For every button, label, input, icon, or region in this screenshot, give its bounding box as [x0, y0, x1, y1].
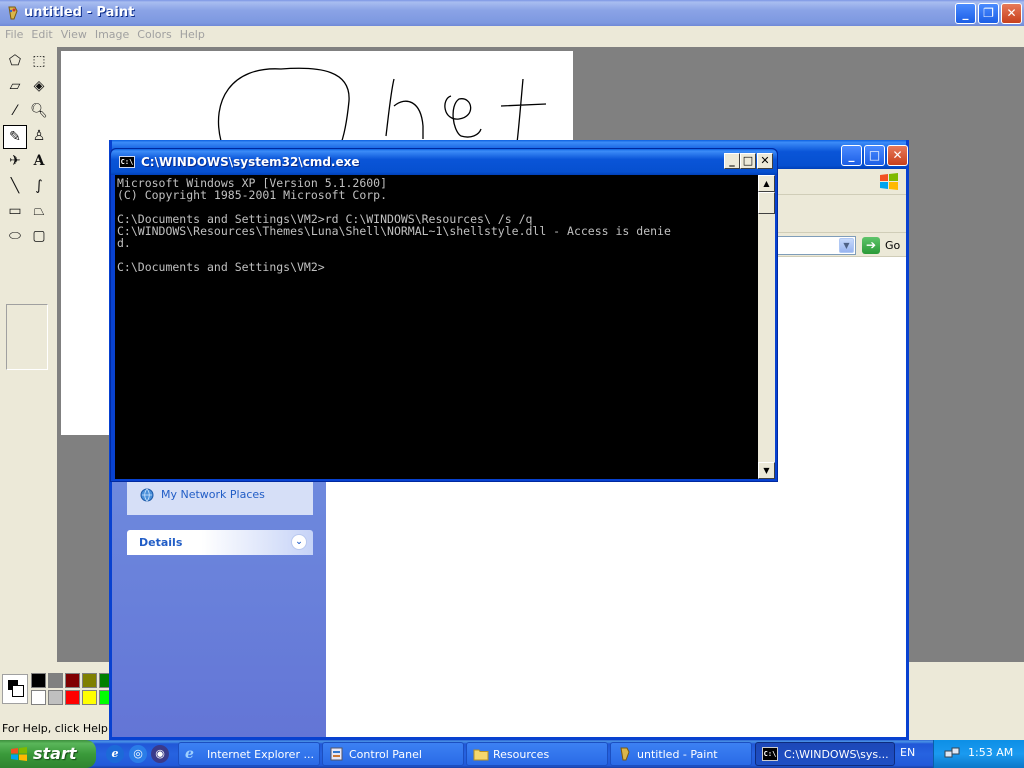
go-label: Go	[885, 239, 901, 252]
rounded-rect-icon[interactable]: ▢	[27, 225, 51, 249]
start-label: start	[33, 744, 77, 763]
polygon-icon[interactable]: ⏢	[27, 200, 51, 224]
menu-help[interactable]: Help	[175, 26, 208, 41]
cmd-close-button[interactable]: ✕	[757, 153, 773, 169]
quicklaunch-desktop-icon[interactable]: ◎	[129, 745, 147, 763]
eraser-icon[interactable]: ▱	[3, 75, 27, 99]
palette-swatch[interactable]	[65, 690, 80, 705]
language-indicator[interactable]: EN	[900, 746, 915, 759]
cmd-icon: C:\	[762, 747, 778, 761]
clock[interactable]: 1:53 AM	[968, 746, 1013, 759]
chevron-down-icon[interactable]: ⌄	[291, 534, 307, 550]
task-label: untitled - Paint	[637, 748, 718, 761]
pencil-icon[interactable]: ✎	[3, 125, 27, 149]
scroll-down-icon[interactable]: ▼	[758, 462, 775, 479]
color-picker-icon[interactable]: ⁄	[3, 100, 27, 124]
menu-file[interactable]: File	[0, 26, 26, 41]
magnifier-icon[interactable]: 🔍︎	[27, 100, 51, 124]
palette-swatch[interactable]	[48, 673, 63, 688]
console-output: Microsoft Windows XP [Version 5.1.2600] …	[117, 176, 671, 274]
network-tray-icon[interactable]	[944, 746, 960, 762]
task-internet-explorer[interactable]: e Internet Explorer ...	[178, 742, 320, 766]
free-select-icon[interactable]: ⬠	[3, 50, 27, 74]
curve-icon[interactable]: ∫	[27, 175, 51, 199]
task-resources[interactable]: Resources	[466, 742, 608, 766]
start-button[interactable]: start	[0, 740, 96, 768]
scroll-thumb[interactable]	[758, 192, 775, 214]
rectangle-icon[interactable]: ▭	[3, 200, 27, 224]
network-places-link[interactable]: My Network Places	[139, 487, 265, 503]
color-palette	[0, 668, 120, 708]
details-label: Details	[139, 536, 183, 549]
rect-select-icon[interactable]: ⬚	[27, 50, 51, 74]
go-button[interactable]: ➔ Go	[862, 236, 912, 255]
fill-bucket-icon[interactable]: ◈	[27, 75, 51, 99]
network-places-label: My Network Places	[161, 488, 265, 501]
airbrush-icon[interactable]: ✈	[3, 150, 27, 174]
text-tool-icon[interactable]: A	[27, 150, 51, 174]
line-icon[interactable]: ╲	[3, 175, 27, 199]
minimize-button[interactable]: _	[955, 3, 976, 24]
cmd-window: C:\ C:\WINDOWS\system32\cmd.exe _ □ ✕ Mi…	[110, 148, 778, 482]
cmd-icon: C:\	[119, 156, 135, 168]
task-control-panel[interactable]: Control Panel	[322, 742, 464, 766]
ie-icon: e	[185, 746, 194, 762]
paint-toolbox: ⬠ ⬚ ▱ ◈ ⁄ 🔍︎ ✎ ♙ ✈ A ╲ ∫ ▭ ⏢ ⬭ ▢	[0, 48, 56, 663]
palette-swatch[interactable]	[31, 673, 46, 688]
palette-swatch[interactable]	[31, 690, 46, 705]
paint-icon	[8, 6, 18, 20]
folder-icon	[473, 749, 489, 761]
close-button[interactable]: ✕	[1001, 3, 1022, 24]
palette-swatch[interactable]	[82, 673, 97, 688]
paint-icon	[620, 747, 630, 761]
paint-title-bar[interactable]: untitled - Paint _ ❐ ✕	[0, 0, 1024, 26]
cmd-console[interactable]: Microsoft Windows XP [Version 5.1.2600] …	[115, 175, 775, 479]
menu-colors[interactable]: Colors	[132, 26, 174, 41]
quicklaunch-ie-icon[interactable]: e	[106, 745, 124, 763]
cmd-maximize-button[interactable]: □	[740, 153, 756, 169]
background-color	[12, 685, 24, 697]
ellipse-icon[interactable]: ⬭	[3, 225, 27, 249]
quicklaunch-media-icon[interactable]: ◉	[151, 745, 169, 763]
taskbar: start e ◎ ◉ e Internet Explorer ... Cont…	[0, 740, 1024, 768]
task-label: C:\WINDOWS\sys...	[784, 748, 889, 761]
explorer-close-button[interactable]: ✕	[887, 145, 908, 166]
palette-swatch[interactable]	[82, 690, 97, 705]
current-colors[interactable]	[2, 674, 28, 704]
explorer-maximize-button[interactable]: □	[864, 145, 885, 166]
go-arrow-icon: ➔	[862, 237, 880, 254]
tool-options-box[interactable]	[6, 304, 48, 370]
paint-menu-bar: File Edit View Image Colors Help	[0, 26, 1024, 44]
details-panel-header[interactable]: Details ⌄	[127, 530, 313, 555]
task-paint[interactable]: untitled - Paint	[610, 742, 752, 766]
control-panel-icon	[330, 747, 343, 761]
task-label: Control Panel	[349, 748, 422, 761]
paint-title: untitled - Paint	[24, 5, 135, 20]
restore-button[interactable]: ❐	[978, 3, 999, 24]
network-places-icon	[140, 488, 154, 502]
palette-swatch[interactable]	[65, 673, 80, 688]
cmd-scrollbar[interactable]: ▲ ▼	[758, 175, 775, 479]
address-dropdown-icon[interactable]: ▼	[839, 238, 854, 253]
windows-logo-icon	[880, 173, 898, 190]
cmd-title-bar[interactable]: C:\ C:\WINDOWS\system32\cmd.exe _ □ ✕	[111, 149, 777, 175]
cmd-minimize-button[interactable]: _	[724, 153, 740, 169]
menu-view[interactable]: View	[56, 26, 90, 41]
windows-flag-icon	[11, 747, 27, 761]
task-label: Resources	[493, 748, 550, 761]
task-cmd[interactable]: C:\ C:\WINDOWS\sys...	[755, 742, 895, 766]
task-label: Internet Explorer ...	[207, 748, 314, 761]
menu-edit[interactable]: Edit	[26, 26, 55, 41]
cmd-title: C:\WINDOWS\system32\cmd.exe	[141, 155, 360, 169]
menu-image[interactable]: Image	[90, 26, 132, 41]
explorer-minimize-button[interactable]: _	[841, 145, 862, 166]
system-tray: 1:53 AM	[933, 740, 1024, 768]
paint-status-bar: For Help, click Help Topics on the Help …	[2, 722, 120, 735]
palette-swatch[interactable]	[48, 690, 63, 705]
scroll-up-icon[interactable]: ▲	[758, 175, 775, 192]
brush-icon[interactable]: ♙	[27, 125, 51, 149]
